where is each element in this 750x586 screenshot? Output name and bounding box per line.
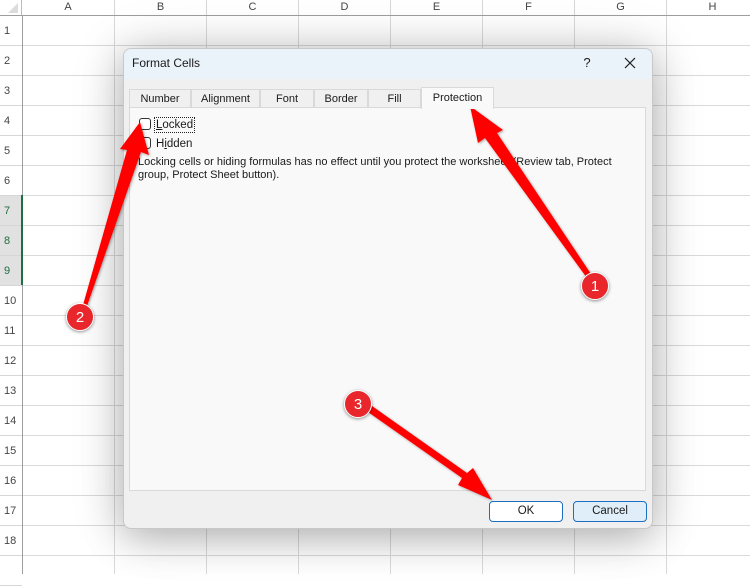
- locked-checkbox[interactable]: [139, 118, 151, 130]
- row-header-7[interactable]: 7: [0, 196, 22, 226]
- row-header-divider: [22, 15, 23, 574]
- column-header-g[interactable]: G: [575, 0, 667, 15]
- tab-font[interactable]: Font: [260, 89, 314, 108]
- gridline: [666, 16, 667, 574]
- row-header-5[interactable]: 5: [0, 136, 22, 166]
- annotation-badge-2: 2: [66, 303, 94, 331]
- row-selection-indicator: [21, 195, 23, 285]
- close-button[interactable]: [620, 53, 640, 73]
- dialog-titlebar[interactable]: Format Cells ?: [124, 49, 652, 79]
- annotation-badge-3: 3: [344, 390, 372, 418]
- hidden-checkbox[interactable]: [139, 137, 151, 149]
- column-header-b[interactable]: B: [115, 0, 207, 15]
- tab-alignment[interactable]: Alignment: [191, 89, 260, 108]
- row-header-11[interactable]: 11: [0, 316, 22, 346]
- cancel-button[interactable]: Cancel: [573, 501, 647, 522]
- annotation-badge-1: 1: [581, 272, 609, 300]
- help-button[interactable]: ?: [578, 54, 596, 72]
- row-header-6[interactable]: 6: [0, 166, 22, 196]
- row-header-4[interactable]: 4: [0, 106, 22, 136]
- row-header-19[interactable]: [0, 556, 22, 586]
- tab-number[interactable]: Number: [129, 89, 191, 108]
- column-header-f[interactable]: F: [483, 0, 575, 15]
- row-header-18[interactable]: 18: [0, 526, 22, 556]
- row-header-10[interactable]: 10: [0, 286, 22, 316]
- hidden-label[interactable]: Hidden: [155, 137, 193, 151]
- gridline: [114, 16, 115, 574]
- select-all-corner[interactable]: [0, 0, 22, 15]
- gridline: [23, 555, 750, 556]
- dialog-title: Format Cells: [132, 56, 201, 70]
- column-header-e[interactable]: E: [391, 0, 483, 15]
- row-header-9[interactable]: 9: [0, 256, 22, 286]
- locked-label[interactable]: Locked: [153, 117, 196, 133]
- format-cells-dialog: Format Cells ? Number Alignment Font Bor…: [123, 48, 653, 529]
- protection-note: Locking cells or hiding formulas has no …: [138, 156, 612, 181]
- ok-button[interactable]: OK: [489, 501, 563, 522]
- gridline: [23, 45, 750, 46]
- select-all-triangle-icon: [8, 3, 18, 13]
- protection-panel: Locked Hidden Locking cells or hiding fo…: [129, 107, 646, 491]
- column-header-h[interactable]: H: [667, 0, 750, 15]
- row-header-14[interactable]: 14: [0, 406, 22, 436]
- row-header-13[interactable]: 13: [0, 376, 22, 406]
- row-header-12[interactable]: 12: [0, 346, 22, 376]
- row-header-3[interactable]: 3: [0, 76, 22, 106]
- row-header-17[interactable]: 17: [0, 496, 22, 526]
- tab-border[interactable]: Border: [314, 89, 368, 108]
- row-header-15[interactable]: 15: [0, 436, 22, 466]
- row-header-8[interactable]: 8: [0, 226, 22, 256]
- column-header-c[interactable]: C: [207, 0, 299, 15]
- column-header-divider: [0, 15, 750, 16]
- close-icon: [624, 57, 636, 69]
- tab-fill[interactable]: Fill: [368, 89, 421, 108]
- column-header-d[interactable]: D: [299, 0, 391, 15]
- tab-protection[interactable]: Protection: [421, 87, 494, 109]
- column-header-a[interactable]: A: [22, 0, 115, 15]
- row-header-1[interactable]: 1: [0, 16, 22, 46]
- row-header-2[interactable]: 2: [0, 46, 22, 76]
- row-header-16[interactable]: 16: [0, 466, 22, 496]
